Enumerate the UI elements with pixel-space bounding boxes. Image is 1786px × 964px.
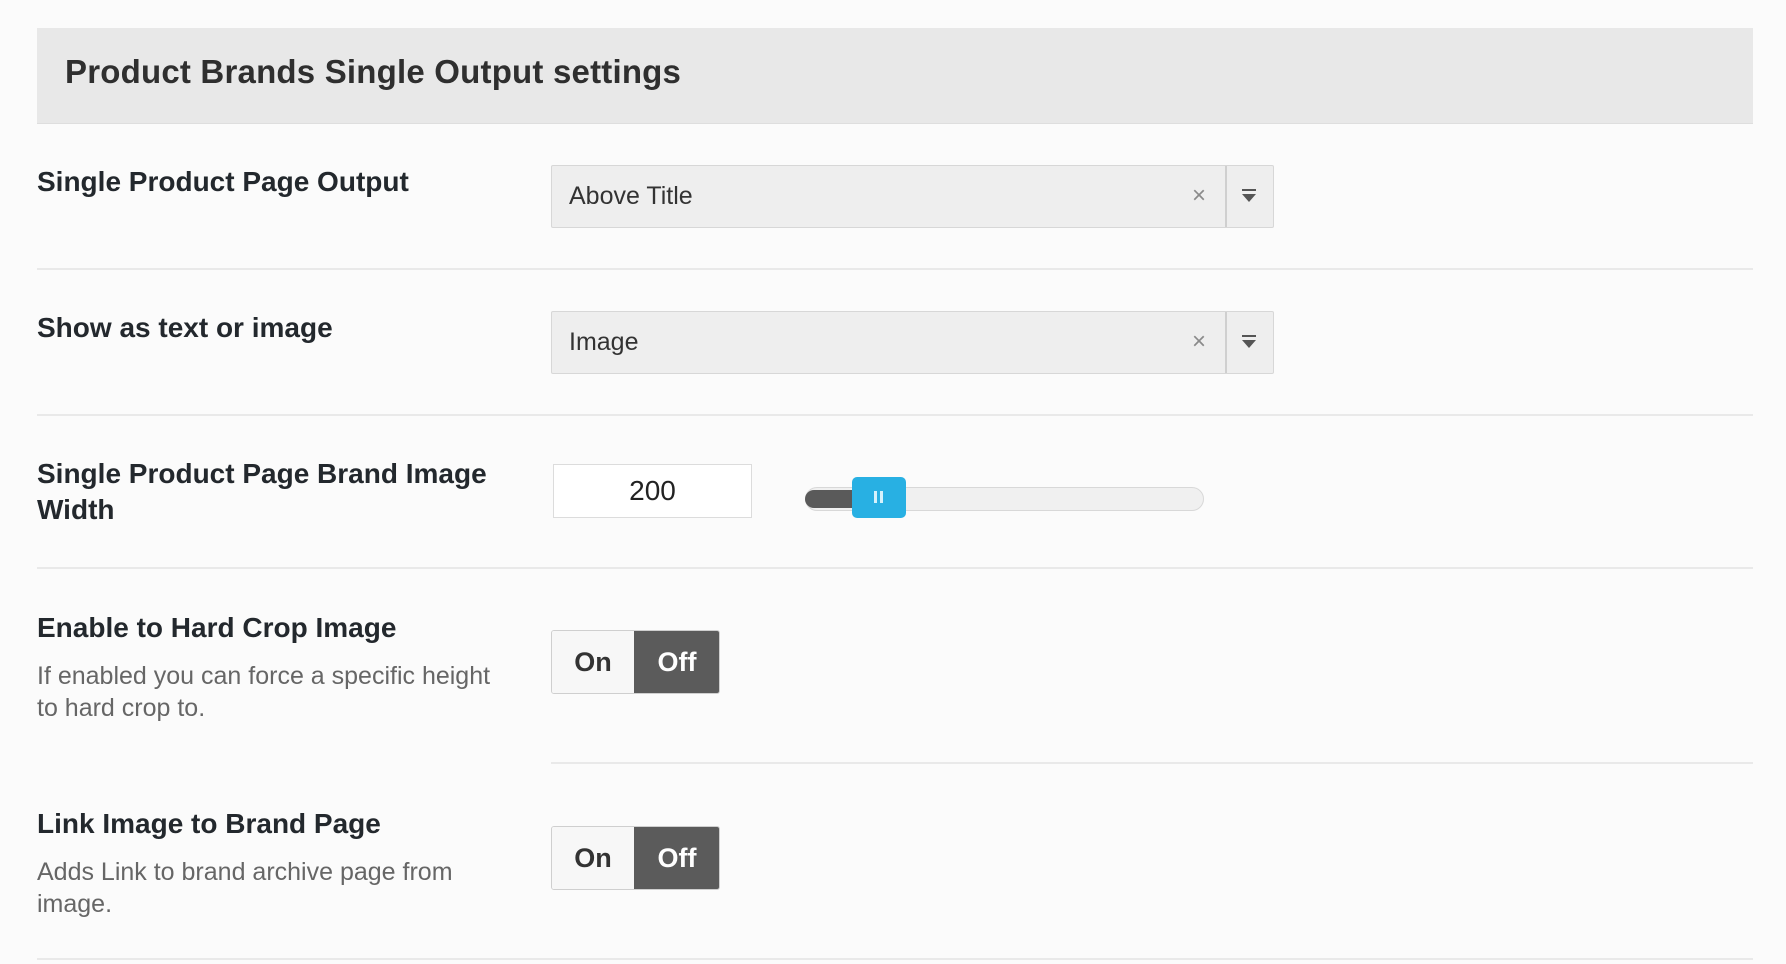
show-as-selected-value: Image — [569, 328, 639, 356]
close-icon[interactable]: × — [1187, 184, 1211, 208]
close-icon[interactable]: × — [1187, 330, 1211, 354]
link-image-off-option[interactable]: Off — [634, 827, 719, 889]
settings-panel-header: Product Brands Single Output settings — [37, 28, 1753, 124]
row-divider — [37, 268, 1753, 270]
image-width-label: Single Product Page Brand Image Width — [37, 458, 487, 525]
link-image-toggle[interactable]: On Off — [551, 826, 720, 890]
image-width-input[interactable]: 200 — [553, 464, 752, 518]
hard-crop-on-option[interactable]: On — [552, 631, 634, 693]
chevron-down-icon — [1242, 335, 1256, 348]
image-width-slider-handle[interactable] — [852, 477, 907, 518]
grip-icon — [874, 491, 878, 503]
row-divider — [37, 958, 1753, 960]
chevron-down-icon — [1242, 189, 1256, 202]
show-as-label: Show as text or image — [37, 312, 333, 343]
hard-crop-toggle[interactable]: On Off — [551, 630, 720, 694]
single-output-dropdown-toggle[interactable] — [1225, 166, 1273, 227]
single-output-select[interactable]: Above Title × — [551, 165, 1274, 228]
hard-crop-description: If enabled you can force a specific heig… — [37, 662, 491, 722]
link-image-description: Adds Link to brand archive page from ima… — [37, 858, 453, 918]
single-output-selected-value: Above Title — [569, 182, 693, 210]
hard-crop-off-option[interactable]: Off — [634, 631, 719, 693]
hard-crop-label: Enable to Hard Crop Image — [37, 612, 397, 643]
panel-title: Product Brands Single Output settings — [65, 53, 682, 90]
link-image-label: Link Image to Brand Page — [37, 808, 381, 839]
show-as-dropdown-toggle[interactable] — [1225, 312, 1273, 373]
link-image-on-option[interactable]: On — [552, 827, 634, 889]
single-output-label: Single Product Page Output — [37, 166, 409, 197]
show-as-select[interactable]: Image × — [551, 311, 1274, 374]
row-divider — [37, 414, 1753, 416]
row-divider — [37, 567, 1753, 569]
row-divider — [551, 762, 1753, 764]
